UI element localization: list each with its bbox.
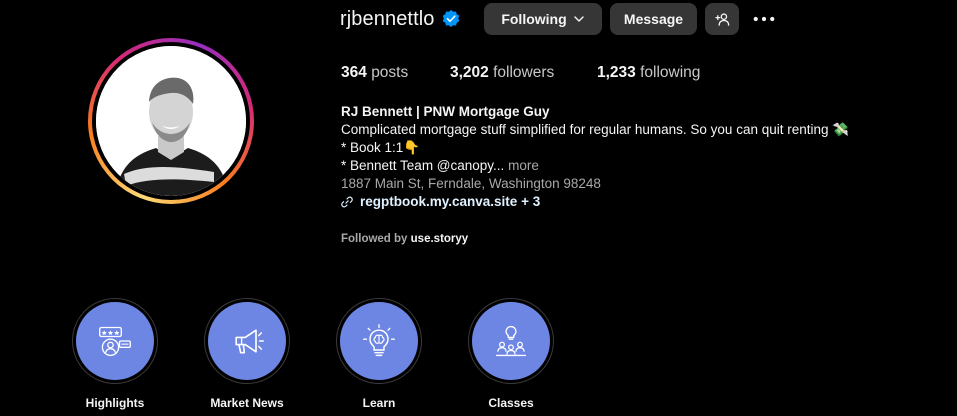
bio-display-name: RJ Bennett | PNW Mortgage Guy [341, 104, 550, 119]
add-person-icon [714, 12, 729, 26]
highlight-ring [336, 298, 422, 384]
highlight-item[interactable]: Market News [202, 298, 292, 410]
followers-count: 3,202 [450, 64, 489, 81]
bio-link-text: regptbook.my.canva.site [360, 194, 518, 209]
posts-count: 364 [341, 64, 367, 81]
highlight-cover [472, 302, 550, 380]
bio-line-2: * Book 1:1👇 [341, 140, 421, 155]
profile-bio: RJ Bennett | PNW Mortgage Guy Complicate… [341, 103, 849, 211]
posts-label: posts [371, 64, 409, 81]
posts-stat: 364 posts [341, 64, 408, 82]
highlight-label: Market News [210, 396, 284, 410]
message-button[interactable]: Message [610, 3, 697, 35]
followed-by-user: use.storyy [410, 233, 469, 245]
following-stat[interactable]: 1,233 following [597, 64, 700, 82]
highlight-ring [468, 298, 554, 384]
bio-external-link[interactable]: regptbook.my.canva.site + 3 [341, 193, 849, 211]
person-portrait-icon [96, 46, 246, 196]
highlight-label: Learn [362, 396, 396, 410]
bio-line-3-text: * Bennett Team @canopy... [341, 158, 505, 173]
chevron-down-icon [573, 16, 584, 22]
more-dots-icon [753, 16, 775, 22]
highlight-cover [76, 302, 154, 380]
highlight-item[interactable]: Learn [334, 298, 424, 410]
link-icon [341, 196, 353, 208]
megaphone-icon [235, 329, 264, 354]
avatar-gap [92, 42, 250, 200]
following-button-label: Following [501, 11, 567, 27]
highlight-label: Classes [488, 396, 534, 410]
followers-label: followers [493, 64, 555, 81]
bio-line-1: Complicated mortgage stuff simplified fo… [341, 122, 850, 137]
username: rjbennettlo [340, 7, 435, 30]
verified-badge-icon [442, 10, 459, 27]
avatar-photo [96, 46, 246, 196]
highlight-cover [208, 302, 286, 380]
highlight-item[interactable]: Classes [466, 298, 556, 410]
highlight-item[interactable]: Highlights [70, 298, 160, 410]
followed-by[interactable]: Followed by use.storyy [341, 233, 468, 245]
bio-link-extra: + 3 [521, 194, 541, 209]
profile-avatar[interactable] [88, 38, 254, 204]
highlight-label: Highlights [85, 396, 145, 410]
highlight-ring [204, 298, 290, 384]
lightbulb-brain-icon [363, 324, 395, 357]
more-options-button[interactable] [751, 3, 777, 35]
followed-by-prefix: Followed by [341, 233, 408, 245]
classroom-icon [495, 325, 527, 357]
highlight-ring [72, 298, 158, 384]
bio-more-link[interactable]: more [508, 158, 539, 173]
highlight-cover [340, 302, 418, 380]
username-row: rjbennettlo [340, 3, 461, 35]
bio-address: 1887 Main St, Ferndale, Washington 98248 [341, 176, 601, 191]
followers-stat[interactable]: 3,202 followers [450, 64, 554, 82]
bio-line-3: * Bennett Team @canopy... more [341, 157, 849, 175]
following-count: 1,233 [597, 64, 636, 81]
message-button-label: Message [623, 11, 684, 27]
following-label: following [640, 64, 701, 81]
following-button[interactable]: Following [484, 3, 602, 35]
suggest-users-button[interactable] [705, 3, 739, 35]
review-stars-icon [99, 326, 131, 357]
